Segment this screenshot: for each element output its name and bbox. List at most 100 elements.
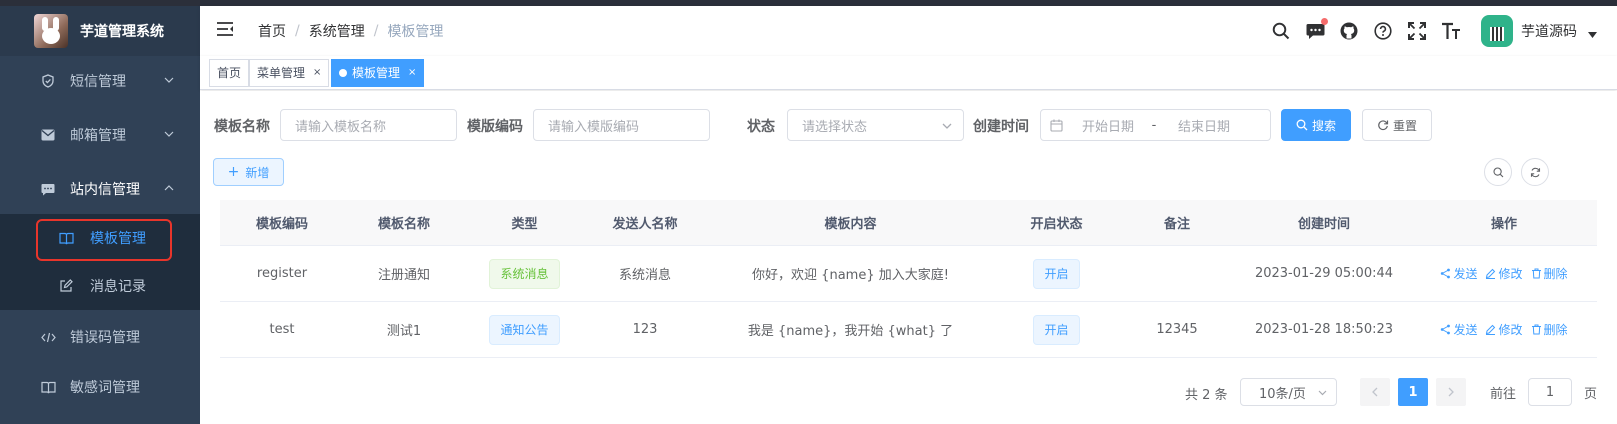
template-name-label: 模板名称 (214, 119, 270, 135)
sidebar-logo[interactable]: 芋道管理系统 (0, 6, 200, 56)
sidebar-item-message-log[interactable]: 消息记录 (0, 262, 200, 310)
page-size-select[interactable]: 10条/页 (1240, 378, 1337, 406)
cell-actions: 发送 修改 删除 (1411, 302, 1597, 357)
user-name[interactable]: 芋道源码 (1521, 21, 1577, 41)
end-date-input[interactable]: 结束日期 (1169, 116, 1239, 135)
column-header: 模板名称 (377, 217, 430, 232)
font-size-icon[interactable] (1441, 21, 1461, 41)
cell-code: test (269, 322, 295, 337)
cell-content: 我是 {name}，我开始 {what} 了 (747, 324, 954, 339)
chevron-right-icon (1447, 387, 1455, 397)
breadcrumb-current: 模板管理 (387, 24, 444, 40)
navbar-right-menu: 芋道源码 (1271, 6, 1617, 56)
status-label: 状态 (747, 119, 775, 135)
cell-remark: 12345 (1156, 322, 1198, 337)
edit-icon (1485, 268, 1496, 279)
create-time-range-picker[interactable]: 开始日期 - 结束日期 (1040, 109, 1271, 141)
navbar: 首页 / 系统管理 / 模板管理 芋道源码 (200, 6, 1617, 56)
breadcrumb: 首页 / 系统管理 / 模板管理 (258, 21, 444, 41)
github-icon[interactable] (1339, 21, 1359, 41)
sidebar-item-label: 模板管理 (90, 231, 146, 247)
cell-type: 通知公告 (464, 302, 585, 357)
search-icon (1492, 166, 1504, 178)
sidebar-item-sensitive-word[interactable]: 敏感词管理 (0, 362, 200, 412)
code-icon (40, 329, 56, 345)
sidebar-item-label: 敏感词管理 (70, 380, 140, 396)
edit-button[interactable]: 修改 (1485, 321, 1523, 338)
status-select[interactable]: 请选择状态 (787, 109, 964, 141)
prev-page-button[interactable] (1360, 378, 1390, 406)
page-number-button[interactable]: 1 (1398, 378, 1428, 406)
active-dot-icon (339, 69, 347, 77)
trash-icon (1531, 268, 1542, 279)
send-button[interactable]: 发送 (1440, 265, 1477, 282)
toggle-search-button[interactable] (1484, 158, 1512, 186)
tab-home[interactable]: 首页 (209, 59, 250, 87)
sidebar-item-error-code[interactable]: 错误码管理 (0, 312, 200, 362)
cell-type: 系统消息 (464, 246, 585, 301)
next-page-button[interactable] (1436, 378, 1466, 406)
chevron-down-icon (941, 120, 953, 132)
tab-label: 菜单管理 (257, 66, 306, 80)
delete-button[interactable]: 删除 (1531, 321, 1568, 338)
tab-menu-management[interactable]: 菜单管理 × (249, 59, 330, 87)
close-icon[interactable]: × (408, 60, 416, 86)
book-icon (40, 379, 56, 395)
template-code-input[interactable]: 请输入模版编码 (533, 109, 710, 141)
sidebar-item-mail[interactable]: 邮箱管理 (0, 110, 200, 160)
help-icon[interactable] (1373, 21, 1393, 41)
search-icon[interactable] (1271, 21, 1291, 41)
mail-icon (40, 127, 56, 143)
edit-button[interactable]: 修改 (1485, 265, 1523, 282)
template-table: 模板编码 模板名称 类型 发送人名称 模板内容 开启状态 备注 创建时间 操作 … (220, 200, 1597, 358)
close-icon[interactable]: × (313, 60, 321, 86)
avatar[interactable] (1481, 15, 1513, 47)
template-name-input[interactable]: 请输入模板名称 (280, 109, 457, 141)
add-button[interactable]: + 新增 (213, 158, 284, 186)
tab-template-management[interactable]: 模板管理 × (331, 59, 425, 87)
tags-view: 首页 菜单管理 × 模板管理 × (200, 56, 1617, 90)
breadcrumb-item[interactable]: 首页 (258, 21, 286, 41)
cell-name: 测试1 (386, 324, 422, 339)
status-tag: 开启 (1033, 314, 1080, 345)
share-icon (1440, 324, 1451, 335)
start-date-input[interactable]: 开始日期 (1077, 116, 1139, 135)
refresh-button[interactable] (1521, 158, 1549, 186)
delete-button[interactable]: 删除 (1531, 265, 1568, 282)
goto-label: 前往 (1490, 386, 1517, 402)
reset-button-label: 重置 (1392, 118, 1417, 133)
reset-button[interactable]: 重置 (1362, 109, 1432, 141)
sidebar-item-label: 邮箱管理 (70, 128, 126, 144)
cell-content: 你好，欢迎 {name} 加入大家庭! (752, 268, 949, 283)
cell-status: 开启 (996, 302, 1117, 357)
cell-code: register (256, 266, 308, 281)
sidebar-item-notify[interactable]: 站内信管理 (0, 164, 200, 214)
placeholder-text: 请输入模版编码 (548, 119, 640, 135)
goto-page-input[interactable]: 1 (1528, 378, 1573, 406)
breadcrumb-item[interactable]: 系统管理 (309, 21, 365, 41)
goto-suffix: 页 (1584, 386, 1598, 402)
trash-icon (1531, 324, 1542, 335)
hamburger-icon[interactable] (216, 21, 236, 41)
sidebar-item-sms[interactable]: 短信管理 (0, 56, 200, 106)
refresh-icon (1530, 167, 1541, 178)
send-button[interactable]: 发送 (1440, 321, 1477, 338)
cell-sender: 系统消息 (618, 268, 671, 283)
shield-check-icon (40, 73, 56, 89)
type-tag: 通知公告 (489, 314, 560, 345)
column-header: 创建时间 (1297, 217, 1350, 232)
sidebar-item-label: 站内信管理 (70, 182, 140, 198)
cell-actions: 发送 修改 删除 (1411, 246, 1597, 301)
fullscreen-icon[interactable] (1407, 21, 1427, 41)
refresh-icon (1377, 119, 1389, 131)
sidebar: 芋道管理系统 短信管理 邮箱管理 站内信管理 模板管理 消息记录 错误码管理 敏… (0, 6, 200, 424)
caret-down-icon[interactable] (1587, 30, 1597, 40)
sidebar-item-template[interactable]: 模板管理 (0, 214, 200, 262)
cell-status: 开启 (996, 246, 1117, 301)
plus-icon: + (227, 164, 240, 180)
message-icon[interactable] (1305, 18, 1328, 41)
column-header: 模板内容 (824, 217, 877, 232)
app-title: 芋道管理系统 (80, 24, 164, 40)
search-button[interactable]: 搜索 (1281, 109, 1351, 141)
column-header: 类型 (511, 217, 538, 232)
